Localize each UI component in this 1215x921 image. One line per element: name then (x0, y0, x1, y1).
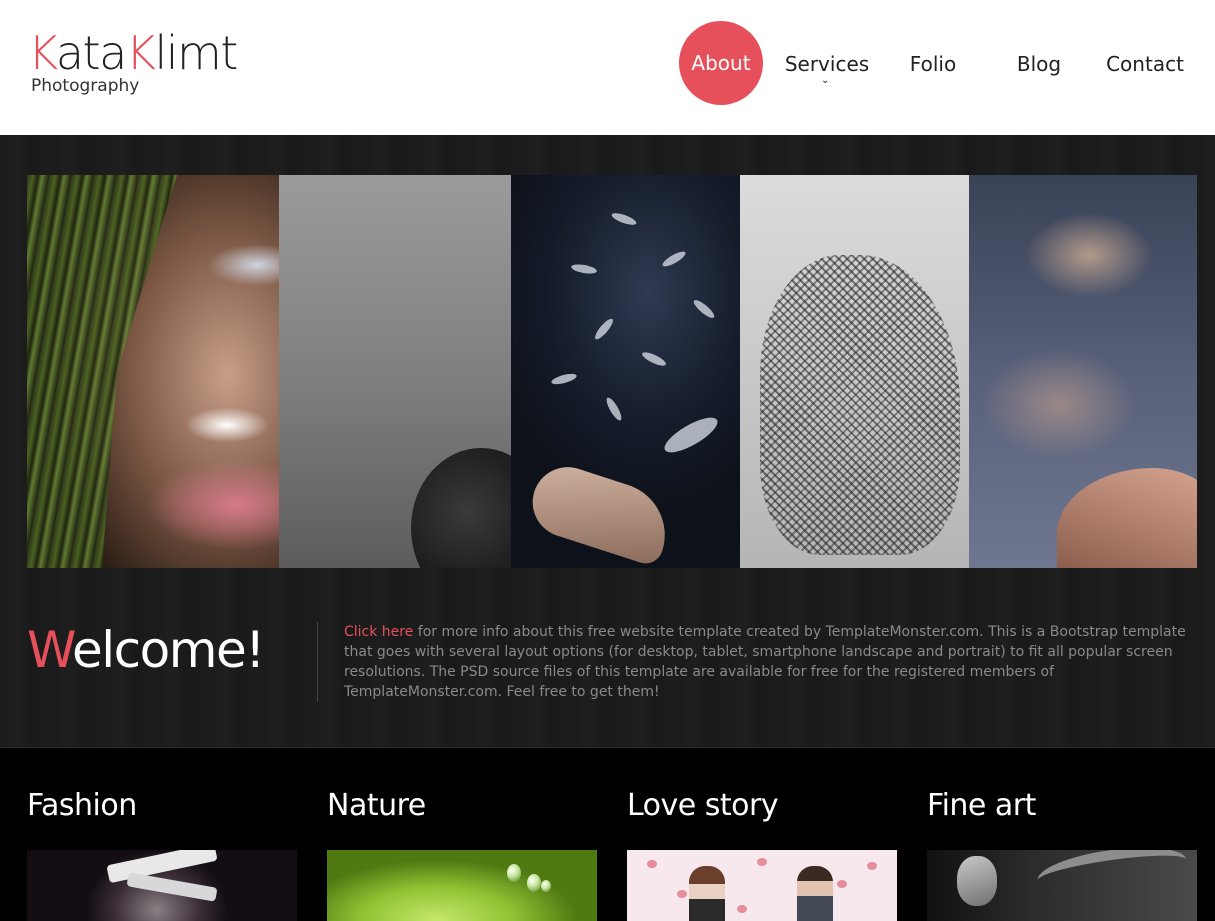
droplet-shape (507, 864, 521, 882)
hero-image-shoulder (279, 175, 511, 568)
hand-shape (523, 458, 679, 568)
welcome-heading-rest: elcome! (72, 621, 265, 679)
droplet-shape (541, 880, 551, 892)
logo-subtitle: Photography (31, 76, 140, 96)
ribbon-shape (126, 872, 218, 902)
hero-image-clouds (969, 175, 1197, 568)
portrait-head-shape (957, 856, 997, 906)
petal-shape (737, 905, 747, 913)
logo-text-part: limt (154, 26, 238, 80)
category-title[interactable]: Nature (327, 788, 426, 823)
category-title[interactable]: Love story (627, 788, 779, 823)
nav-item-about[interactable]: About (679, 21, 763, 105)
welcome-accent-letter: W (27, 621, 74, 679)
vertical-divider (317, 622, 318, 702)
intro-text: Click here for more info about this free… (344, 622, 1202, 702)
site-header: KataKlimt Photography About Services ⌄ F… (0, 0, 1215, 135)
feather-shape (660, 249, 688, 269)
nav-item-blog[interactable]: Blog (1004, 40, 1074, 88)
category-thumbnail[interactable] (327, 850, 597, 921)
feather-shape (550, 371, 578, 387)
category-fashion[interactable]: Fashion (27, 748, 297, 921)
droplet-shape (527, 874, 541, 892)
swirl-shape (1034, 850, 1190, 901)
hero-image-veil (740, 175, 969, 568)
feather-shape (691, 297, 717, 321)
feather-shape (570, 262, 598, 276)
hero-section: Welcome! Click here for more info about … (0, 135, 1215, 747)
feather-shape (660, 411, 722, 459)
categories-section: Fashion Nature Love story Fine art (0, 747, 1215, 921)
petal-shape (647, 860, 657, 868)
feather-shape (592, 316, 616, 342)
category-love-story[interactable]: Love story (627, 748, 897, 921)
feather-shape (604, 395, 624, 423)
logo-text-part: ata (55, 26, 127, 80)
logo-accent-letter: K (125, 26, 156, 80)
category-nature[interactable]: Nature (327, 748, 597, 921)
nav-item-contact[interactable]: Contact (1100, 40, 1190, 88)
category-thumbnail[interactable] (27, 850, 297, 921)
hero-image-face (27, 175, 279, 568)
hero-image-strip (27, 175, 1197, 568)
category-thumbnail[interactable] (927, 850, 1197, 921)
petal-shape (867, 862, 877, 870)
petal-shape (757, 858, 767, 866)
logo[interactable]: KataKlimt Photography (28, 26, 238, 96)
hair-overlay (27, 175, 177, 568)
feather-shape (610, 210, 638, 228)
logo-title: KataKlimt (28, 26, 238, 80)
petal-shape (677, 890, 687, 898)
nav-item-folio[interactable]: Folio (898, 40, 968, 88)
person-shape (797, 866, 833, 921)
shoulder-shape (411, 448, 511, 568)
petal-shape (837, 880, 847, 888)
click-here-link[interactable]: Click here (344, 624, 413, 640)
category-title[interactable]: Fine art (927, 788, 1036, 823)
category-title[interactable]: Fashion (27, 788, 137, 823)
person-shape (689, 866, 725, 921)
category-fine-art[interactable]: Fine art (927, 748, 1197, 921)
intro-body: for more info about this free website te… (344, 624, 1186, 700)
welcome-heading: Welcome! (27, 620, 265, 680)
veil-shape (760, 255, 960, 555)
hero-image-feathers (511, 175, 740, 568)
skin-shape (1057, 468, 1197, 568)
logo-accent-letter: K (28, 26, 57, 80)
chevron-down-icon: ⌄ (821, 75, 830, 86)
feather-shape (640, 349, 668, 369)
category-thumbnail[interactable] (627, 850, 897, 921)
